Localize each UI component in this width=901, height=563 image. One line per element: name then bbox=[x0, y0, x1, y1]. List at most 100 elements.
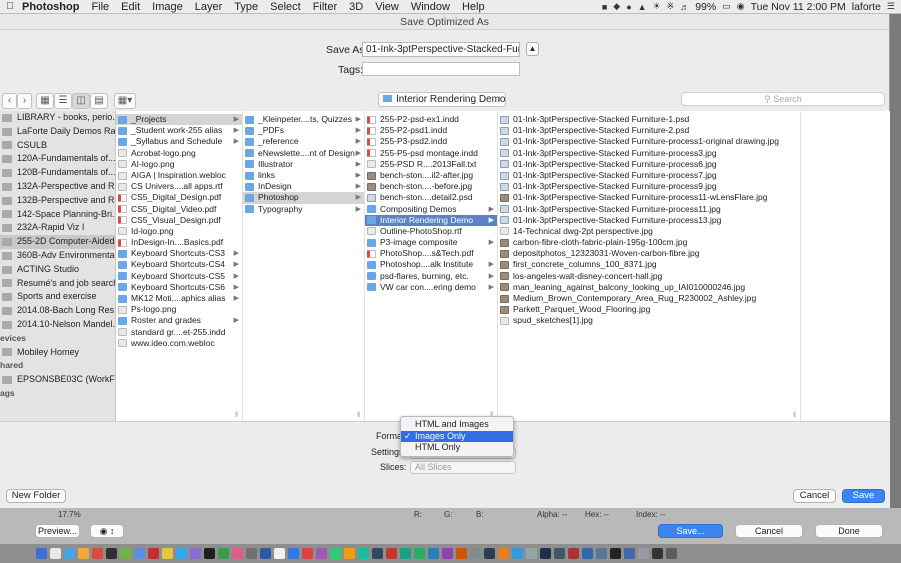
dock-app-icon[interactable] bbox=[400, 548, 411, 559]
file-row[interactable]: standard gr....et-255.indd bbox=[116, 327, 242, 338]
dock-app-icon[interactable] bbox=[204, 548, 215, 559]
file-row[interactable]: 255-P2-psd-ex1.indd bbox=[365, 114, 497, 125]
sidebar-item[interactable]: 360B-Adv Environmenta... bbox=[0, 249, 115, 263]
file-row[interactable]: 01-Ink-3ptPerspective-Stacked Furniture-… bbox=[498, 181, 800, 192]
wifi-icon[interactable]: ◉ bbox=[737, 1, 745, 12]
file-row[interactable]: carbon-fibre-cloth-fabric-plain-195g-100… bbox=[498, 237, 800, 248]
file-row[interactable]: 14-Technical dwg-2pt perspective.jpg bbox=[498, 226, 800, 237]
back-button[interactable]: ‹ bbox=[2, 93, 17, 109]
dock-app-icon[interactable] bbox=[582, 548, 593, 559]
folder-row[interactable]: eNewslette....nt of Design ▶ bbox=[243, 148, 364, 159]
sidebar-item[interactable]: Resumé's and job searches bbox=[0, 277, 115, 291]
menu-edit[interactable]: Edit bbox=[115, 1, 146, 13]
dock-app-icon[interactable] bbox=[176, 548, 187, 559]
dock-app-icon[interactable] bbox=[442, 548, 453, 559]
folder-row[interactable]: Illustrator ▶ bbox=[243, 159, 364, 170]
dock-app-icon[interactable] bbox=[92, 548, 103, 559]
cancel-button[interactable]: Cancel bbox=[793, 489, 836, 503]
new-folder-button[interactable]: New Folder bbox=[6, 489, 66, 503]
folder-row[interactable]: _PDFs ▶ bbox=[243, 125, 364, 136]
format-option-images-only[interactable]: ✓ Images Only bbox=[401, 430, 513, 442]
dock-app-icon[interactable] bbox=[456, 548, 467, 559]
menu-3d[interactable]: 3D bbox=[343, 1, 369, 13]
dock-app-icon[interactable] bbox=[134, 548, 145, 559]
folder-row[interactable]: MK12 Moti....aphics alias ▶ bbox=[116, 293, 242, 304]
file-row[interactable]: bench-ston....detail2.psd bbox=[365, 192, 497, 203]
arrange-icon[interactable]: ▦▾ bbox=[114, 93, 136, 109]
sidebar-item[interactable]: LIBRARY - books, perio... bbox=[0, 111, 115, 125]
dock-app-icon[interactable] bbox=[596, 548, 607, 559]
file-row[interactable]: www.ideo.com.webloc bbox=[116, 338, 242, 349]
folder-row[interactable]: psd-flares, burning, etc. ▶ bbox=[365, 271, 497, 282]
sidebar-item[interactable]: Sports and exercise bbox=[0, 290, 115, 304]
dock-app-icon[interactable] bbox=[64, 548, 75, 559]
icon-view-icon[interactable]: ▦ bbox=[36, 93, 54, 109]
ps-save-button[interactable]: Save... bbox=[658, 524, 723, 538]
ps-cancel-button[interactable]: Cancel bbox=[735, 524, 803, 538]
dock-app-icon[interactable] bbox=[540, 548, 551, 559]
menu-select[interactable]: Select bbox=[264, 1, 307, 13]
file-row[interactable]: bench-ston....-before.jpg bbox=[365, 181, 497, 192]
sidebar-item[interactable]: 255-2D Computer-Aided... bbox=[0, 235, 115, 249]
battery-percent[interactable]: 99% bbox=[695, 1, 716, 13]
file-row[interactable]: spud_sketches[1].jpg bbox=[498, 315, 800, 326]
app-menu[interactable]: Photoshop bbox=[20, 1, 85, 13]
dock-app-icon[interactable] bbox=[344, 548, 355, 559]
dock-app-icon[interactable] bbox=[484, 548, 495, 559]
file-row[interactable]: Acrobat-logo.png bbox=[116, 148, 242, 159]
dock-app-icon[interactable] bbox=[554, 548, 565, 559]
file-row[interactable]: man_leaning_against_balcony_looking_up_I… bbox=[498, 282, 800, 293]
folder-row[interactable]: Keyboard Shortcuts-CS4 ▶ bbox=[116, 259, 242, 270]
column-view-icon[interactable]: ◫ bbox=[72, 93, 90, 109]
sidebar-item[interactable]: 132A-Perspective and R... bbox=[0, 180, 115, 194]
folder-row[interactable]: _Student work-255 alias ▶ bbox=[116, 125, 242, 136]
folder-row[interactable]: P3-image composite ▶ bbox=[365, 237, 497, 248]
file-row[interactable]: 255-P5-psd montage.indd bbox=[365, 148, 497, 159]
menu-view[interactable]: View bbox=[369, 1, 405, 13]
dock-app-icon[interactable] bbox=[232, 548, 243, 559]
file-row[interactable]: CS5_Visual_Design.pdf bbox=[116, 215, 242, 226]
dock-app-icon[interactable] bbox=[512, 548, 523, 559]
file-row[interactable]: 255-PSD R....2013Fall.txt bbox=[365, 159, 497, 170]
format-menu[interactable]: HTML and Images ✓ Images Only HTML Only bbox=[400, 416, 514, 457]
folder-row[interactable]: Photoshop ▶ bbox=[243, 192, 364, 204]
file-row[interactable]: InDesign-In....Basics.pdf bbox=[116, 237, 242, 248]
dock-app-icon[interactable] bbox=[218, 548, 229, 559]
dock-app-icon[interactable] bbox=[246, 548, 257, 559]
folder-row[interactable]: Photoshop....alk Institute ▶ bbox=[365, 259, 497, 270]
dock-app-icon[interactable] bbox=[568, 548, 579, 559]
dock-app-icon[interactable] bbox=[148, 548, 159, 559]
zoom-level[interactable]: 17.7% bbox=[58, 510, 81, 519]
file-row[interactable]: 01-Ink-3ptPerspective-Stacked Furniture-… bbox=[498, 204, 800, 215]
search-input[interactable]: ⚲ Search bbox=[681, 92, 885, 106]
file-row[interactable]: 01-Ink-3ptPerspective-Stacked Furniture-… bbox=[498, 170, 800, 181]
dock-app-icon[interactable] bbox=[498, 548, 509, 559]
column-resize-handle[interactable]: ‖ bbox=[793, 412, 796, 419]
sidebar-item[interactable]: 2014.08-Bach Long Res... bbox=[0, 304, 115, 318]
folder-row[interactable]: VW car con....ering demo ▶ bbox=[365, 282, 497, 293]
sidebar-item[interactable]: ACTING Studio bbox=[0, 263, 115, 277]
folder-row[interactable]: InDesign ▶ bbox=[243, 181, 364, 192]
folder-row[interactable]: Compositing Demos ▶ bbox=[365, 204, 497, 215]
file-row[interactable]: 01-Ink-3ptPerspective-Stacked Furniture-… bbox=[498, 148, 800, 159]
dock-app-icon[interactable] bbox=[624, 548, 635, 559]
sidebar-item[interactable]: 142-Space Planning-Bri... bbox=[0, 208, 115, 222]
tags-field[interactable] bbox=[362, 62, 520, 76]
sidebar-item[interactable]: 132B-Perspective and R... bbox=[0, 194, 115, 208]
dock-app-icon[interactable] bbox=[470, 548, 481, 559]
menu-help[interactable]: Help bbox=[456, 1, 491, 13]
file-row[interactable]: depositphotos_12323031-Woven-carbon-fibr… bbox=[498, 248, 800, 259]
dock-app-icon[interactable] bbox=[414, 548, 425, 559]
dock-app-icon[interactable] bbox=[358, 548, 369, 559]
menu-window[interactable]: Window bbox=[405, 1, 456, 13]
dock-app-icon[interactable] bbox=[302, 548, 313, 559]
file-row[interactable]: 01-Ink-3ptPerspective-Stacked Furniture-… bbox=[498, 114, 800, 125]
sidebar-item[interactable]: 120A-Fundamentals of... bbox=[0, 152, 115, 166]
folder-row[interactable]: Typography ▶ bbox=[243, 204, 364, 215]
file-row[interactable]: Parkett_Parquet_Wood_Flooring.jpg bbox=[498, 304, 800, 315]
file-row[interactable]: 01-Ink-3ptPerspective-Stacked Furniture-… bbox=[498, 215, 800, 226]
sidebar-item[interactable]: 2014.10-Nelson Mandel... bbox=[0, 318, 115, 332]
forward-button[interactable]: › bbox=[17, 93, 32, 109]
sidebar-item[interactable]: 120B-Fundamentals of... bbox=[0, 166, 115, 180]
list-view-icon[interactable]: ☰ bbox=[54, 93, 72, 109]
